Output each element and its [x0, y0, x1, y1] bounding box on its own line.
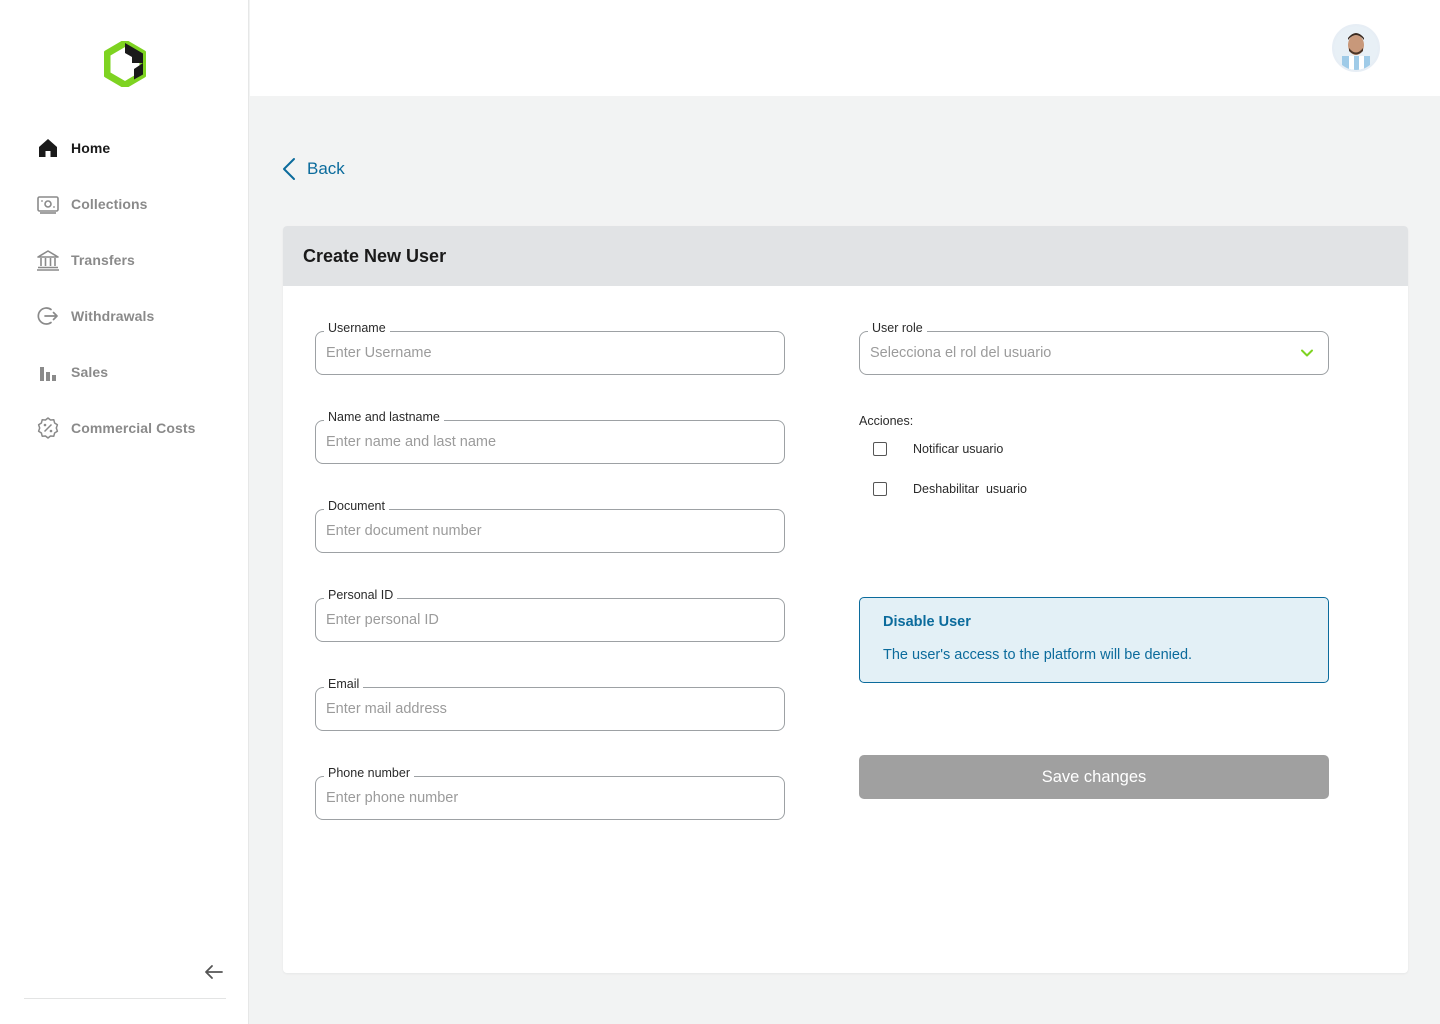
notify-user-label: Notificar usuario: [913, 442, 1004, 456]
name-field: Name and lastname: [315, 410, 785, 464]
sidebar-item-label: Commercial Costs: [71, 420, 196, 436]
sidebar-divider: [24, 998, 226, 999]
sidebar-item-label: Withdrawals: [71, 308, 155, 324]
alert-title: Disable User: [883, 614, 971, 630]
page-title: Create New User: [303, 245, 447, 266]
save-changes-button[interactable]: Save changes: [859, 755, 1329, 799]
sidebar: Home Collections Transfers Withdrawals S…: [0, 0, 249, 1024]
sidebar-item-label: Collections: [71, 196, 148, 212]
sidebar-item-home[interactable]: Home: [36, 134, 236, 162]
alert-description: The user's access to the platform will b…: [883, 647, 1193, 663]
notify-user-checkbox[interactable]: [873, 442, 887, 456]
sidebar-item-label: Sales: [71, 364, 109, 380]
card-header: Create New User: [283, 226, 1408, 286]
disable-user-alert: Disable User The user's access to the pl…: [859, 597, 1329, 683]
collections-icon: [36, 192, 60, 216]
email-input[interactable]: [326, 688, 766, 730]
sidebar-item-sales[interactable]: Sales: [36, 358, 236, 386]
sidebar-item-withdrawals[interactable]: Withdrawals: [36, 302, 236, 330]
personal-id-field: Personal ID: [315, 588, 785, 642]
name-input[interactable]: [326, 421, 766, 463]
back-link[interactable]: Back: [281, 156, 345, 182]
back-label: Back: [307, 159, 345, 178]
user-role-value: Selecciona el rol del usuario: [870, 345, 1052, 361]
email-field: Email: [315, 677, 785, 731]
notify-user-option[interactable]: Notificar usuario: [873, 442, 1003, 456]
arrow-left-icon: [205, 965, 223, 979]
avatar-icon: [1334, 26, 1378, 70]
home-icon: [36, 136, 60, 160]
chevron-left-icon: [283, 158, 295, 180]
personal-id-input[interactable]: [326, 599, 766, 641]
username-input[interactable]: [326, 332, 766, 374]
document-field: Document: [315, 499, 785, 553]
actions-label: Acciones:: [859, 414, 914, 428]
sidebar-nav: Home Collections Transfers Withdrawals S…: [36, 134, 236, 470]
user-avatar[interactable]: [1332, 24, 1380, 72]
sidebar-item-label: Transfers: [71, 252, 135, 268]
user-role-select[interactable]: User role Selecciona el rol del usuario: [859, 321, 1329, 375]
create-user-card: Create New User Username Name and lastna…: [283, 226, 1408, 973]
bank-icon: [36, 248, 60, 272]
topbar: [250, 0, 1440, 96]
sidebar-item-label: Home: [71, 140, 111, 156]
brand-logo[interactable]: [103, 39, 147, 89]
percent-badge-icon: [36, 416, 60, 440]
username-field: Username: [315, 321, 785, 375]
sidebar-item-collections[interactable]: Collections: [36, 190, 236, 218]
withdraw-icon: [36, 304, 60, 328]
disable-user-checkbox[interactable]: [873, 482, 887, 496]
disable-user-option[interactable]: Deshabilitar usuario: [873, 482, 1027, 496]
disable-user-label: Deshabilitar usuario: [913, 482, 1027, 496]
phone-input[interactable]: [326, 777, 766, 819]
chevron-down-icon: [1301, 349, 1313, 357]
sidebar-item-commercial-costs[interactable]: Commercial Costs: [36, 414, 236, 442]
collapse-sidebar-button[interactable]: [202, 960, 226, 984]
sidebar-item-transfers[interactable]: Transfers: [36, 246, 236, 274]
document-input[interactable]: [326, 510, 766, 552]
bar-chart-icon: [36, 360, 60, 384]
phone-field: Phone number: [315, 766, 785, 820]
